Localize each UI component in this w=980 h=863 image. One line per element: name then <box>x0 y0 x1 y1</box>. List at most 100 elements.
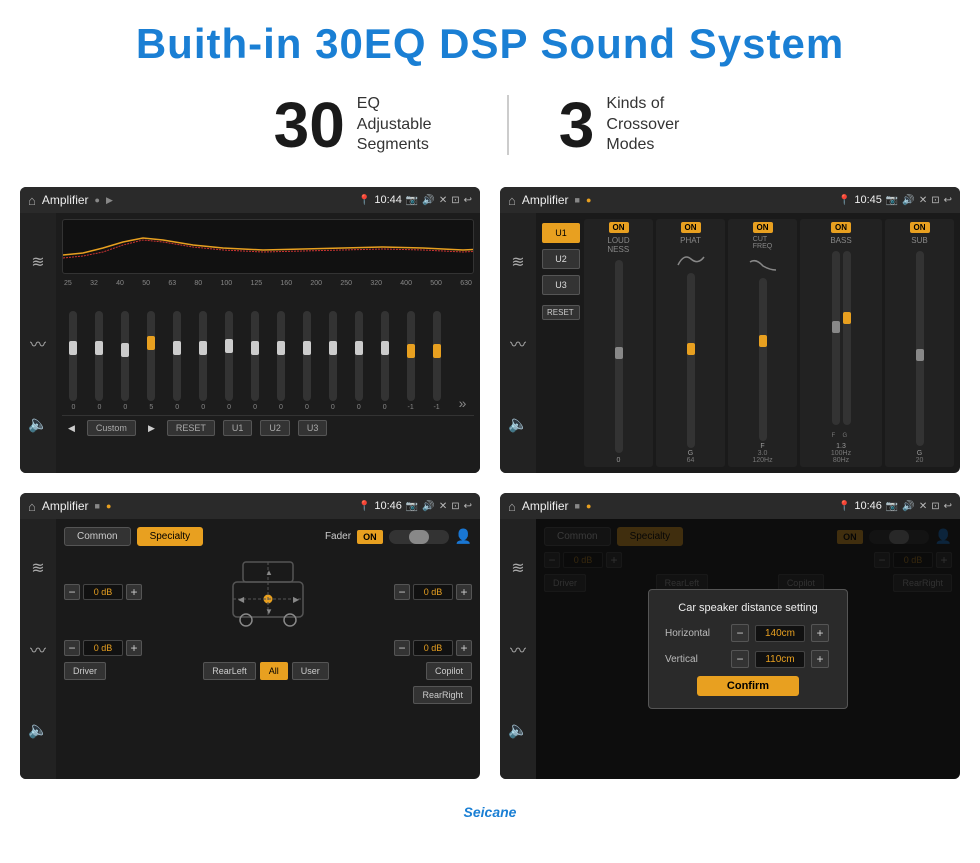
eq-icon2[interactable]: ≋ <box>511 252 524 272</box>
loudness-slider[interactable] <box>615 260 623 453</box>
rr-minus[interactable]: − <box>394 640 410 656</box>
distance-dialog-overlay: Car speaker distance setting Horizontal … <box>536 519 960 779</box>
crossover-reset[interactable]: RESET <box>542 305 580 320</box>
btn-driver3[interactable]: Driver <box>64 662 106 680</box>
phat-toggle[interactable]: ON <box>681 222 701 233</box>
bass-slider-g[interactable]: G <box>843 251 851 425</box>
camera-icon1[interactable]: 📷 <box>406 195 418 206</box>
phat-slider[interactable] <box>687 273 695 448</box>
volume-icon4[interactable]: 🔊 <box>902 501 914 512</box>
tab-specialty3[interactable]: Specialty <box>137 527 204 546</box>
btn-rearright3[interactable]: RearRight <box>413 686 472 704</box>
speaker-icon2[interactable]: 🔈 <box>508 414 528 434</box>
vertical-plus[interactable]: + <box>811 650 829 668</box>
eq-icon4[interactable]: ≋ <box>511 558 524 578</box>
play-icon[interactable]: ▶ <box>106 195 113 206</box>
svg-text:▲: ▲ <box>265 568 273 577</box>
close-icon2[interactable]: ✕ <box>919 195 927 206</box>
bass-sliders: F G <box>832 251 851 425</box>
wave-icon3[interactable]: 〰 <box>30 637 46 661</box>
screen3-bottom-btns: Driver RearLeft All User Copilot <box>64 662 472 680</box>
rl-plus[interactable]: + <box>126 640 142 656</box>
volume-icon2[interactable]: 🔊 <box>902 195 914 206</box>
location-icon3: 📍 <box>358 501 370 512</box>
confirm-button[interactable]: Confirm <box>697 676 799 696</box>
minimize-icon1[interactable]: ⊡ <box>451 195 459 206</box>
fader-track3[interactable] <box>389 530 449 544</box>
camera-icon2[interactable]: 📷 <box>886 195 898 206</box>
screen4-sidebar: ≋ 〰 🔈 <box>500 519 536 779</box>
horizontal-plus[interactable]: + <box>811 624 829 642</box>
preset-u3[interactable]: U3 <box>542 275 580 295</box>
bass-slider-f[interactable]: F <box>832 251 840 425</box>
home-icon4[interactable]: ⌂ <box>508 499 516 514</box>
rl-db: 0 dB <box>83 640 123 656</box>
camera-icon4[interactable]: 📷 <box>886 501 898 512</box>
screen4-main: Common Specialty ON 👤 − 0 dB <box>536 519 960 779</box>
eq-reset-btn[interactable]: RESET <box>167 420 215 436</box>
bass-toggle[interactable]: ON <box>831 222 851 233</box>
stats-row: 30 EQ AdjustableSegments 3 Kinds ofCross… <box>0 78 980 177</box>
eq-u3-btn[interactable]: U3 <box>298 420 328 436</box>
loudness-toggle[interactable]: ON <box>609 222 629 233</box>
back-icon1[interactable]: ↩ <box>464 195 472 206</box>
back-icon3[interactable]: ↩ <box>464 501 472 512</box>
btn-copilot3[interactable]: Copilot <box>426 662 472 680</box>
cutfreq-slider[interactable] <box>759 278 767 441</box>
eq-slider-4: 5 <box>140 311 163 411</box>
eq-preset-custom[interactable]: Custom <box>87 420 136 436</box>
bass-label: BASS <box>830 236 851 245</box>
rr-plus[interactable]: + <box>456 640 472 656</box>
camera-icon3[interactable]: 📷 <box>406 501 418 512</box>
minimize-icon4[interactable]: ⊡ <box>931 501 939 512</box>
screen3-sidebar: ≋ 〰 🔈 <box>20 519 56 779</box>
speaker-icon4[interactable]: 🔈 <box>508 720 528 740</box>
fr-minus[interactable]: − <box>394 584 410 600</box>
volume-icon3[interactable]: 🔊 <box>422 501 434 512</box>
horizontal-minus[interactable]: − <box>731 624 749 642</box>
close-icon4[interactable]: ✕ <box>919 501 927 512</box>
eq-icon3[interactable]: ≋ <box>31 558 44 578</box>
page-header: Buith-in 30EQ DSP Sound System <box>0 0 980 78</box>
tab-common3[interactable]: Common <box>64 527 131 546</box>
screen2-title: Amplifier <box>522 193 569 207</box>
rl-minus[interactable]: − <box>64 640 80 656</box>
screen4-icons: 📍 10:46 📷 🔊 ✕ ⊡ ↩ <box>838 500 952 512</box>
home-icon3[interactable]: ⌂ <box>28 499 36 514</box>
preset-u2[interactable]: U2 <box>542 249 580 269</box>
fl-plus[interactable]: + <box>126 584 142 600</box>
eq-u2-btn[interactable]: U2 <box>260 420 290 436</box>
mid-speaker-row: − 0 dB + − 0 dB + <box>64 640 472 656</box>
speaker-icon3[interactable]: 🔈 <box>28 720 48 740</box>
screen1-icons: 📍 10:44 📷 🔊 ✕ ⊡ ↩ <box>358 194 472 206</box>
fader-toggle3[interactable]: ON <box>357 530 383 544</box>
back-icon4[interactable]: ↩ <box>944 501 952 512</box>
eq-prev-btn[interactable]: ◀ <box>64 421 79 436</box>
fr-plus[interactable]: + <box>456 584 472 600</box>
sub-slider[interactable] <box>916 251 924 446</box>
btn-user3[interactable]: User <box>292 662 329 680</box>
home-icon2[interactable]: ⌂ <box>508 193 516 208</box>
minimize-icon2[interactable]: ⊡ <box>931 195 939 206</box>
close-icon1[interactable]: ✕ <box>439 195 447 206</box>
eq-u1-btn[interactable]: U1 <box>223 420 253 436</box>
eq-next-btn[interactable]: ▶ <box>144 421 159 436</box>
speaker-icon1[interactable]: 🔈 <box>28 414 48 434</box>
minimize-icon3[interactable]: ⊡ <box>451 501 459 512</box>
wave-icon2[interactable]: 〰 <box>510 331 526 355</box>
home-icon[interactable]: ⌂ <box>28 193 36 208</box>
cutfreq-toggle[interactable]: ON <box>753 222 773 233</box>
wave-icon1[interactable]: 〰 <box>30 331 46 355</box>
fl-minus[interactable]: − <box>64 584 80 600</box>
volume-icon1[interactable]: 🔊 <box>422 195 434 206</box>
preset-u1[interactable]: U1 <box>542 223 580 243</box>
loudness-label: LOUDNESS <box>607 236 629 254</box>
back-icon2[interactable]: ↩ <box>944 195 952 206</box>
vertical-minus[interactable]: − <box>731 650 749 668</box>
btn-rearleft3[interactable]: RearLeft <box>203 662 256 680</box>
wave-icon4[interactable]: 〰 <box>510 637 526 661</box>
btn-all3[interactable]: All <box>260 662 288 680</box>
close-icon3[interactable]: ✕ <box>439 501 447 512</box>
eq-icon1[interactable]: ≋ <box>31 252 44 272</box>
sub-toggle[interactable]: ON <box>910 222 930 233</box>
